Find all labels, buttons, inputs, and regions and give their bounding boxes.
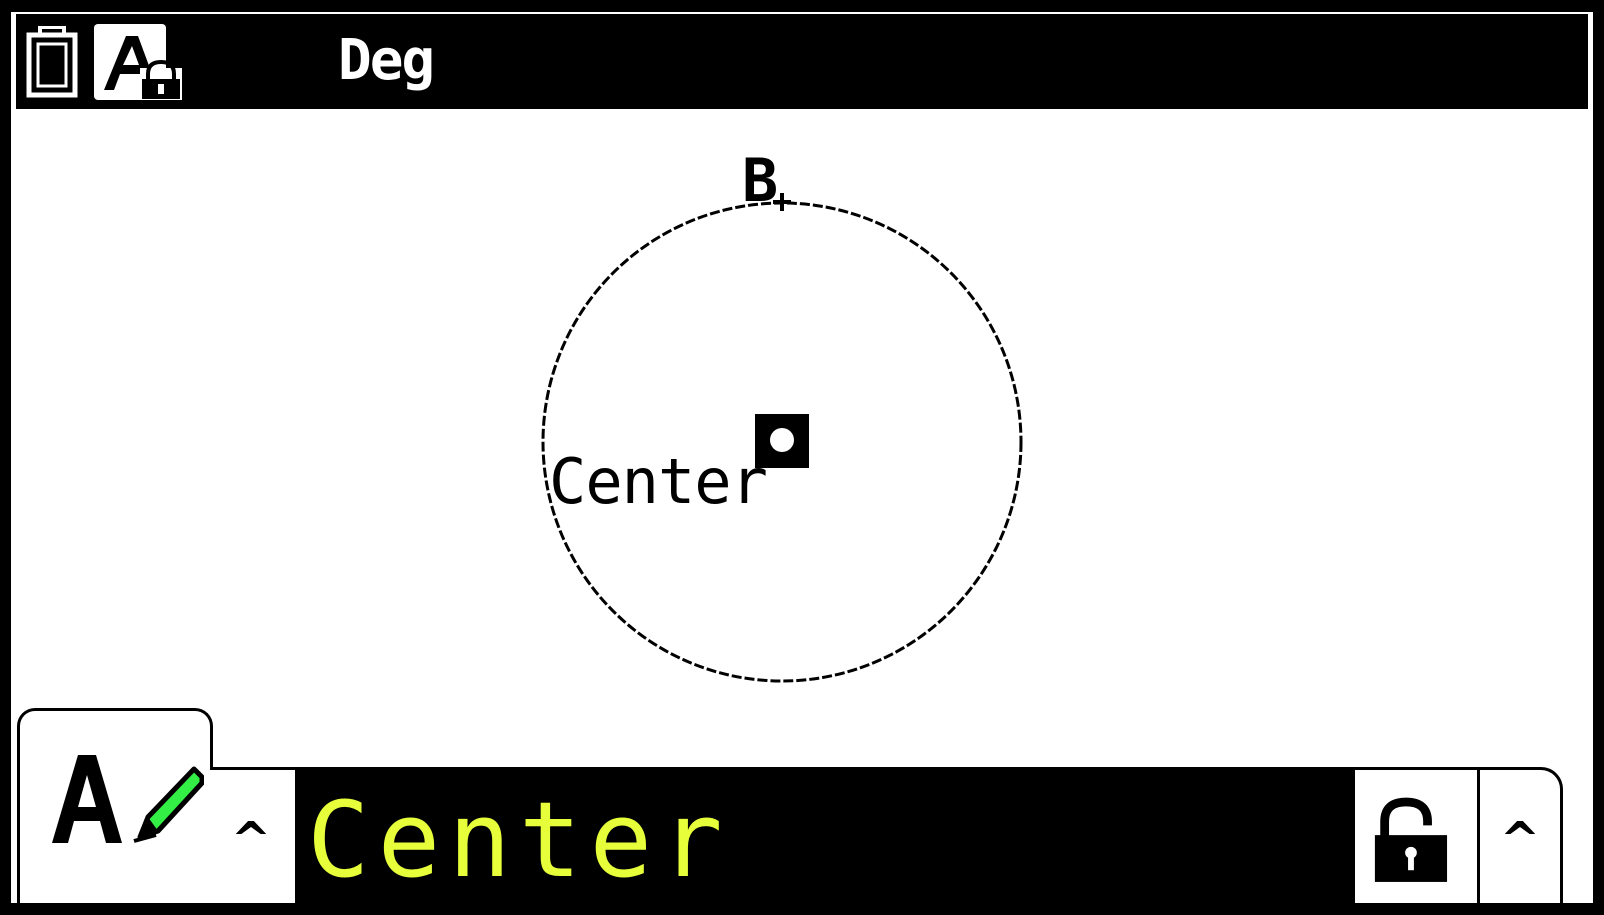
calculator-screen: Deg B Center ^ Center ^ [0, 0, 1604, 915]
angle-mode-indicator: Deg [338, 28, 435, 93]
center-point-label[interactable]: Center [549, 451, 768, 513]
edit-label-icon [52, 755, 204, 843]
label-input-value: Center [307, 779, 731, 901]
expand-left-button[interactable]: ^ [210, 770, 292, 903]
expand-right-button[interactable]: ^ [1477, 770, 1560, 903]
status-bar: Deg [16, 14, 1588, 109]
lock-toggle-button[interactable] [1355, 770, 1465, 903]
label-input-field[interactable]: Center [295, 770, 1355, 903]
lcd-display: Deg B Center ^ Center ^ [11, 12, 1593, 903]
battery-icon [26, 26, 78, 98]
unlocked-padlock-icon [1374, 797, 1448, 882]
label-edit-tab[interactable] [17, 708, 213, 903]
label-editor-bar: ^ Center ^ [210, 767, 1563, 903]
point-b-label[interactable]: B [742, 151, 778, 211]
alpha-lock-icon[interactable] [94, 24, 186, 100]
